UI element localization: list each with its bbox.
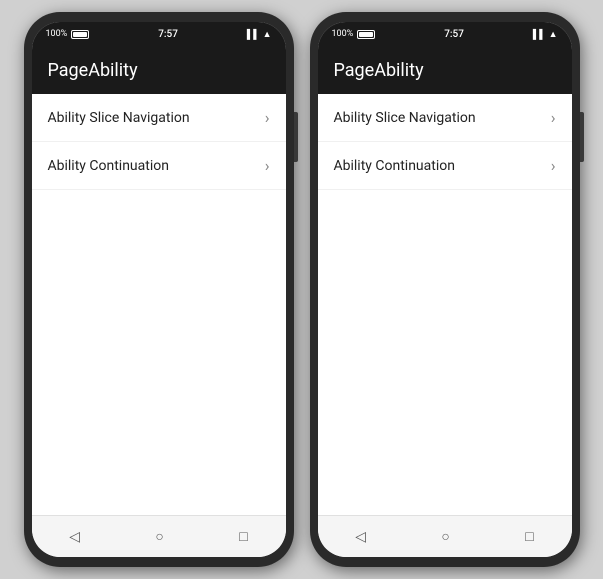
- home-button-right[interactable]: ○: [441, 528, 449, 545]
- chevron-right-continuation-left: ›: [265, 156, 270, 175]
- wifi-right: ▲: [549, 29, 558, 40]
- signal-right: ▌▌: [533, 29, 546, 40]
- list-item-slice-nav-left[interactable]: Ability Slice Navigation ›: [32, 94, 286, 142]
- phones-container: 100% 7:57 ▌▌ ▲ PageAbility Ability Slic: [24, 12, 580, 567]
- status-right-icons: 100%: [332, 29, 376, 39]
- status-icons-right: ▌▌ ▲: [533, 29, 558, 40]
- list-item-continuation-label-left: Ability Continuation: [48, 158, 169, 174]
- list-item-continuation-label-right: Ability Continuation: [334, 158, 455, 174]
- app-bar-right: PageAbility: [318, 46, 572, 94]
- time-right: 7:57: [444, 29, 464, 40]
- recent-button-left[interactable]: □: [239, 528, 247, 545]
- phone-left-screen: 100% 7:57 ▌▌ ▲ PageAbility Ability Slic: [32, 22, 286, 557]
- nav-bar-left: ◁ ○ □: [32, 515, 286, 557]
- phone-left: 100% 7:57 ▌▌ ▲ PageAbility Ability Slic: [24, 12, 294, 567]
- list-item-slice-nav-right[interactable]: Ability Slice Navigation ›: [318, 94, 572, 142]
- nav-bar-right: ◁ ○ □: [318, 515, 572, 557]
- battery-fill-right: [359, 32, 373, 37]
- status-left-icons: 100%: [46, 29, 90, 39]
- status-bar-left: 100% 7:57 ▌▌ ▲: [32, 22, 286, 46]
- phone-right: 100% 7:57 ▌▌ ▲ PageAbility Ability Slic: [310, 12, 580, 567]
- status-icons-left: ▌▌ ▲: [247, 29, 272, 40]
- chevron-right-slice-left: ›: [265, 108, 270, 127]
- recent-button-right[interactable]: □: [525, 528, 533, 545]
- time-left: 7:57: [158, 29, 178, 40]
- app-title-left: PageAbility: [48, 60, 138, 81]
- list-item-continuation-right[interactable]: Ability Continuation ›: [318, 142, 572, 190]
- phone-right-screen: 100% 7:57 ▌▌ ▲ PageAbility Ability Slic: [318, 22, 572, 557]
- home-button-left[interactable]: ○: [155, 528, 163, 545]
- app-bar-left: PageAbility: [32, 46, 286, 94]
- battery-percent-left: 100%: [46, 29, 68, 39]
- wifi-left: ▲: [263, 29, 272, 40]
- app-title-right: PageAbility: [334, 60, 424, 81]
- chevron-right-continuation-right: ›: [551, 156, 556, 175]
- battery-percent-right: 100%: [332, 29, 354, 39]
- signal-left: ▌▌: [247, 29, 260, 40]
- back-button-right[interactable]: ◁: [355, 529, 366, 545]
- status-bar-right: 100% 7:57 ▌▌ ▲: [318, 22, 572, 46]
- list-item-slice-nav-label-right: Ability Slice Navigation: [334, 110, 476, 126]
- back-button-left[interactable]: ◁: [69, 529, 80, 545]
- list-item-slice-nav-label-left: Ability Slice Navigation: [48, 110, 190, 126]
- content-right: Ability Slice Navigation › Ability Conti…: [318, 94, 572, 515]
- chevron-right-slice-right: ›: [551, 108, 556, 127]
- battery-fill-left: [73, 32, 87, 37]
- battery-right: [357, 30, 375, 39]
- battery-left: [71, 30, 89, 39]
- content-left: Ability Slice Navigation › Ability Conti…: [32, 94, 286, 515]
- list-item-continuation-left[interactable]: Ability Continuation ›: [32, 142, 286, 190]
